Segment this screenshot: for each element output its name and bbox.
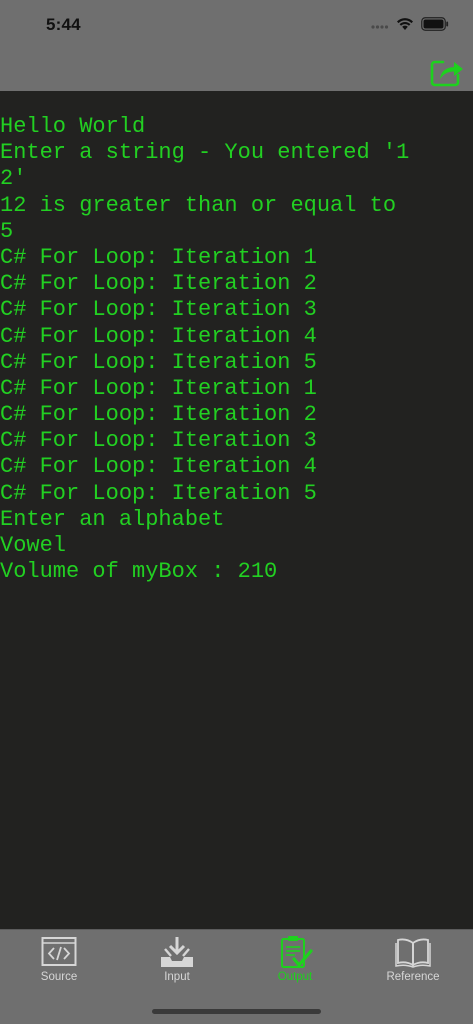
tab-input[interactable]: Input xyxy=(118,930,236,990)
app-screen: 5:44 Hello World Enter a string - You en… xyxy=(0,0,473,1024)
console-line: Enter a string - You entered '1 xyxy=(0,140,410,166)
console-line: C# For Loop: Iteration 2 xyxy=(0,271,317,297)
console-line: Hello World xyxy=(0,114,146,139)
console-line: C# For Loop: Iteration 5 xyxy=(0,349,317,375)
tab-output[interactable]: Output xyxy=(236,930,354,990)
tab-reference[interactable]: Reference xyxy=(354,930,472,990)
tab-label: Output xyxy=(277,971,313,983)
tab-label: Source xyxy=(40,971,78,983)
console-line: C# For Loop: Iteration 3 xyxy=(0,428,317,454)
status-bar: 5:44 xyxy=(0,0,473,50)
status-time: 5:44 xyxy=(46,15,81,34)
console-line: Volume of myBox : 210 xyxy=(0,559,278,585)
status-indicators xyxy=(371,16,449,35)
tab-label: Reference xyxy=(386,971,440,983)
share-button[interactable] xyxy=(429,56,465,88)
console-line: C# For Loop: Iteration 3 xyxy=(0,297,317,323)
cellular-signal-icon xyxy=(371,16,389,35)
console-line: C# For Loop: Iteration 1 xyxy=(0,375,317,401)
output-console: Hello World Enter a string - You entered … xyxy=(0,114,473,585)
navigation-bar xyxy=(0,50,473,91)
tab-label: Input xyxy=(164,971,190,983)
home-indicator xyxy=(152,1009,321,1014)
console-line: 5 xyxy=(0,218,14,244)
code-icon xyxy=(41,935,77,969)
console-line: 2' xyxy=(0,166,27,192)
book-icon xyxy=(395,935,431,969)
console-line: C# For Loop: Iteration 4 xyxy=(0,323,317,349)
console-line: Vowel xyxy=(0,533,67,558)
console-line: C# For Loop: Iteration 2 xyxy=(0,402,317,428)
clipboard-check-icon xyxy=(277,935,313,969)
share-icon xyxy=(429,60,465,92)
console-line: C# For Loop: Iteration 1 xyxy=(0,244,317,270)
battery-icon xyxy=(421,16,449,35)
tab-source[interactable]: Source xyxy=(0,930,118,990)
wifi-icon xyxy=(396,16,414,35)
console-line: Enter an alphabet xyxy=(0,506,225,532)
console-line: 12 is greater than or equal to xyxy=(0,192,397,218)
console-line: C# For Loop: Iteration 5 xyxy=(0,480,317,506)
console-line: C# For Loop: Iteration 4 xyxy=(0,454,317,480)
input-tray-icon xyxy=(159,935,195,969)
